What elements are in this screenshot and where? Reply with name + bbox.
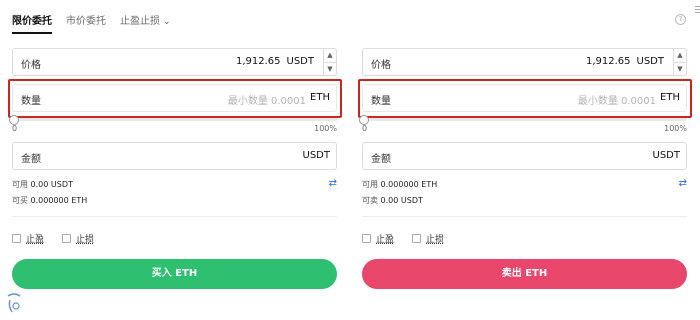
buy-qty-label: 数量 <box>21 96 41 107</box>
buy-amount-unit: USDT <box>302 150 330 161</box>
buy-take-profit-checkbox[interactable]: 止盈 <box>12 232 44 245</box>
sell-amount-field[interactable]: 金额 USDT <box>362 142 687 170</box>
sell-take-profit-label: 止盈 <box>376 235 395 245</box>
buy-price-unit: USDT <box>286 56 314 67</box>
order-type-tabs: 限价委托 市价委托 止盈止损 ⌄ <box>12 11 171 34</box>
buy-take-profit-label: 止盈 <box>26 235 45 245</box>
tab-stop-order-label: 止盈止损 <box>120 15 160 27</box>
buy-available-label: 可用 <box>12 180 28 189</box>
buy-amount-slider[interactable] <box>9 115 337 125</box>
buy-slider-labels: 0 100% <box>12 124 337 133</box>
buy-price-number: 1,912.65 <box>235 56 281 67</box>
sell-slider-max: 100% <box>664 124 687 133</box>
checkbox-icon[interactable] <box>362 234 371 243</box>
sell-available-value: 0.000000 ETH <box>380 180 438 189</box>
buy-qty-placeholder: 最小数量 0.0001 <box>227 96 306 107</box>
buy-divider <box>12 216 337 217</box>
buy-price-stepper[interactable]: ▲ ▼ <box>323 48 337 76</box>
chevron-down-icon: ⌄ <box>163 16 171 27</box>
sell-price-number: 1,912.65 <box>585 56 631 67</box>
sell-amount-label: 金额 <box>371 154 391 165</box>
help-icon[interactable]: ? <box>675 14 686 25</box>
buy-amount-label: 金额 <box>21 154 41 165</box>
buy-slider-max: 100% <box>314 124 337 133</box>
swap-arrows-icon[interactable]: ⇄ <box>329 178 337 189</box>
buy-qty-field[interactable]: 数量 最小数量 0.0001 ETH <box>12 84 337 112</box>
tab-limit-order[interactable]: 限价委托 <box>12 12 52 34</box>
sell-qty-unit: ETH <box>660 92 680 103</box>
sell-qty-field[interactable]: 数量 最小数量 0.0001 ETH <box>362 84 687 112</box>
checkbox-icon[interactable] <box>62 234 72 243</box>
sell-qty-placeholder: 最小数量 0.0001 <box>577 96 656 107</box>
buy-tpsl-options: 止盈 止损 <box>12 232 94 245</box>
stepper-up-icon[interactable]: ▲ <box>324 49 336 63</box>
sell-price-value[interactable]: 1,912.65 USDT <box>586 56 664 67</box>
buy-stop-loss-checkbox[interactable]: 止损 <box>62 232 94 245</box>
buy-available-value: 0.00 USDT <box>30 180 73 189</box>
tab-stop-order[interactable]: 止盈止损 ⌄ <box>120 12 171 31</box>
buy-can-buy-value: 0.000000 ETH <box>30 196 88 205</box>
sell-price-unit: USDT <box>636 56 664 67</box>
sell-eth-button[interactable]: 卖出 ETH <box>362 259 687 289</box>
tab-market-order[interactable]: 市价委托 <box>66 12 106 31</box>
buy-price-label: 价格 <box>21 60 41 71</box>
watermark-logo-icon <box>7 293 21 313</box>
swap-arrows-icon[interactable]: ⇄ <box>679 178 687 189</box>
sell-can-sell-value: 0.00 USDT <box>380 196 423 205</box>
sell-take-profit-checkbox[interactable]: 止盈 <box>362 232 394 245</box>
buy-slider-min: 0 <box>12 124 18 133</box>
checkbox-icon[interactable] <box>412 234 422 243</box>
sell-price-stepper[interactable]: ▲ ▼ <box>673 48 687 76</box>
sell-price-label: 价格 <box>371 60 391 71</box>
sell-slider-min: 0 <box>362 124 368 133</box>
sell-available-label: 可用 <box>362 180 378 189</box>
sell-divider <box>362 216 687 217</box>
buy-amount-field[interactable]: 金额 USDT <box>12 142 337 170</box>
sell-amount-slider[interactable] <box>359 115 687 125</box>
sell-stop-loss-label: 止损 <box>426 235 445 245</box>
sell-tpsl-options: 止盈 止损 <box>362 232 444 245</box>
menu-icon[interactable] <box>695 4 700 15</box>
sell-can-sell-label: 可卖 <box>362 196 378 205</box>
stepper-down-icon[interactable]: ▼ <box>324 63 336 76</box>
buy-eth-button[interactable]: 买入 ETH <box>12 259 337 289</box>
checkbox-icon[interactable] <box>12 234 21 243</box>
sell-can-sell: 可卖 0.00 USDT <box>362 195 423 206</box>
buy-available: 可用 0.00 USDT <box>12 179 73 190</box>
sell-qty-label: 数量 <box>371 96 391 107</box>
buy-can-buy-label: 可买 <box>12 196 28 205</box>
sell-amount-unit: USDT <box>652 150 680 161</box>
buy-price-value[interactable]: 1,912.65 USDT <box>236 56 314 67</box>
sell-stop-loss-checkbox[interactable]: 止损 <box>412 232 444 245</box>
sell-price-field[interactable]: 价格 1,912.65 USDT ▲ ▼ <box>362 48 687 76</box>
buy-price-field[interactable]: 价格 1,912.65 USDT ▲ ▼ <box>12 48 337 76</box>
sell-slider-labels: 0 100% <box>362 124 687 133</box>
buy-qty-unit: ETH <box>310 92 330 103</box>
stepper-up-icon[interactable]: ▲ <box>674 49 686 63</box>
buy-stop-loss-label: 止损 <box>76 235 95 245</box>
sell-available: 可用 0.000000 ETH <box>362 179 437 190</box>
buy-can-buy: 可买 0.000000 ETH <box>12 195 87 206</box>
stepper-down-icon[interactable]: ▼ <box>674 63 686 76</box>
